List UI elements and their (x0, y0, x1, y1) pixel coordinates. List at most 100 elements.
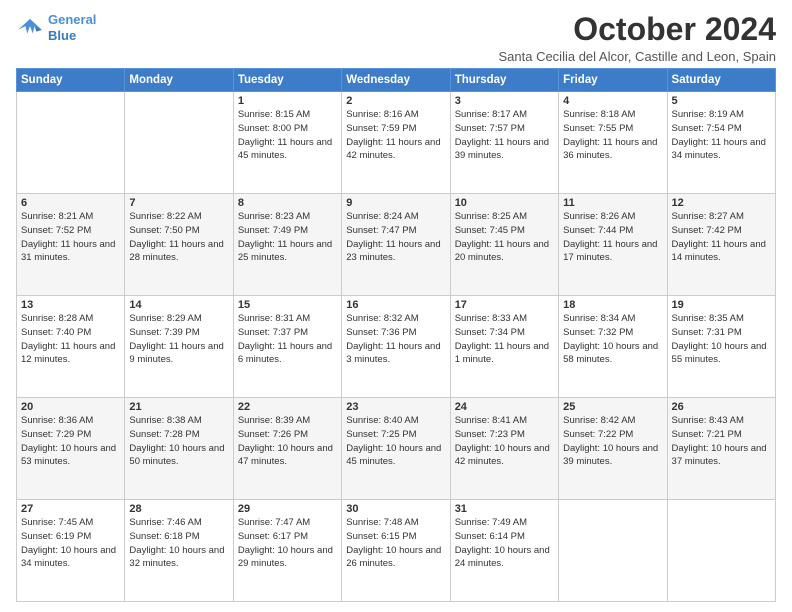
day-number: 9 (346, 197, 445, 209)
calendar-cell: 7Sunrise: 8:22 AM Sunset: 7:50 PM Daylig… (125, 194, 233, 296)
calendar-cell: 11Sunrise: 8:26 AM Sunset: 7:44 PM Dayli… (559, 194, 667, 296)
day-info: Sunrise: 8:32 AM Sunset: 7:36 PM Dayligh… (346, 312, 445, 367)
calendar-week-4: 27Sunrise: 7:45 AM Sunset: 6:19 PM Dayli… (17, 500, 776, 602)
weekday-header-friday: Friday (559, 69, 667, 92)
logo-text: General Blue (48, 12, 96, 43)
calendar-cell: 28Sunrise: 7:46 AM Sunset: 6:18 PM Dayli… (125, 500, 233, 602)
day-info: Sunrise: 8:23 AM Sunset: 7:49 PM Dayligh… (238, 210, 337, 265)
day-info: Sunrise: 7:45 AM Sunset: 6:19 PM Dayligh… (21, 516, 120, 571)
subtitle: Santa Cecilia del Alcor, Castille and Le… (498, 49, 776, 64)
day-info: Sunrise: 8:15 AM Sunset: 8:00 PM Dayligh… (238, 108, 337, 163)
day-info: Sunrise: 7:47 AM Sunset: 6:17 PM Dayligh… (238, 516, 337, 571)
calendar-cell: 10Sunrise: 8:25 AM Sunset: 7:45 PM Dayli… (450, 194, 558, 296)
weekday-header-sunday: Sunday (17, 69, 125, 92)
day-info: Sunrise: 8:39 AM Sunset: 7:26 PM Dayligh… (238, 414, 337, 469)
day-number: 4 (563, 95, 662, 107)
calendar-cell: 14Sunrise: 8:29 AM Sunset: 7:39 PM Dayli… (125, 296, 233, 398)
calendar-cell (667, 500, 775, 602)
day-number: 11 (563, 197, 662, 209)
calendar-cell: 25Sunrise: 8:42 AM Sunset: 7:22 PM Dayli… (559, 398, 667, 500)
day-info: Sunrise: 8:43 AM Sunset: 7:21 PM Dayligh… (672, 414, 771, 469)
calendar-cell: 12Sunrise: 8:27 AM Sunset: 7:42 PM Dayli… (667, 194, 775, 296)
day-info: Sunrise: 7:49 AM Sunset: 6:14 PM Dayligh… (455, 516, 554, 571)
calendar-cell: 16Sunrise: 8:32 AM Sunset: 7:36 PM Dayli… (342, 296, 450, 398)
day-number: 14 (129, 299, 228, 311)
day-number: 23 (346, 401, 445, 413)
day-number: 3 (455, 95, 554, 107)
calendar-cell: 21Sunrise: 8:38 AM Sunset: 7:28 PM Dayli… (125, 398, 233, 500)
day-number: 30 (346, 503, 445, 515)
weekday-header-wednesday: Wednesday (342, 69, 450, 92)
day-number: 15 (238, 299, 337, 311)
day-number: 6 (21, 197, 120, 209)
day-info: Sunrise: 7:46 AM Sunset: 6:18 PM Dayligh… (129, 516, 228, 571)
day-number: 7 (129, 197, 228, 209)
logo: General Blue (16, 12, 96, 43)
day-info: Sunrise: 8:27 AM Sunset: 7:42 PM Dayligh… (672, 210, 771, 265)
calendar-cell (17, 92, 125, 194)
calendar-cell: 13Sunrise: 8:28 AM Sunset: 7:40 PM Dayli… (17, 296, 125, 398)
day-info: Sunrise: 8:19 AM Sunset: 7:54 PM Dayligh… (672, 108, 771, 163)
day-number: 20 (21, 401, 120, 413)
day-info: Sunrise: 8:40 AM Sunset: 7:25 PM Dayligh… (346, 414, 445, 469)
title-block: October 2024 Santa Cecilia del Alcor, Ca… (498, 12, 776, 64)
day-number: 29 (238, 503, 337, 515)
main-title: October 2024 (498, 12, 776, 47)
day-number: 8 (238, 197, 337, 209)
day-number: 19 (672, 299, 771, 311)
day-info: Sunrise: 8:42 AM Sunset: 7:22 PM Dayligh… (563, 414, 662, 469)
day-number: 5 (672, 95, 771, 107)
calendar-cell: 2Sunrise: 8:16 AM Sunset: 7:59 PM Daylig… (342, 92, 450, 194)
calendar-cell: 8Sunrise: 8:23 AM Sunset: 7:49 PM Daylig… (233, 194, 341, 296)
calendar-cell (125, 92, 233, 194)
calendar-cell: 29Sunrise: 7:47 AM Sunset: 6:17 PM Dayli… (233, 500, 341, 602)
day-info: Sunrise: 8:18 AM Sunset: 7:55 PM Dayligh… (563, 108, 662, 163)
day-number: 28 (129, 503, 228, 515)
weekday-header-tuesday: Tuesday (233, 69, 341, 92)
day-info: Sunrise: 8:41 AM Sunset: 7:23 PM Dayligh… (455, 414, 554, 469)
day-info: Sunrise: 8:17 AM Sunset: 7:57 PM Dayligh… (455, 108, 554, 163)
day-number: 12 (672, 197, 771, 209)
calendar-cell: 27Sunrise: 7:45 AM Sunset: 6:19 PM Dayli… (17, 500, 125, 602)
day-number: 21 (129, 401, 228, 413)
day-info: Sunrise: 8:22 AM Sunset: 7:50 PM Dayligh… (129, 210, 228, 265)
calendar-cell: 19Sunrise: 8:35 AM Sunset: 7:31 PM Dayli… (667, 296, 775, 398)
day-number: 26 (672, 401, 771, 413)
page-header: General Blue October 2024 Santa Cecilia … (16, 12, 776, 64)
day-info: Sunrise: 7:48 AM Sunset: 6:15 PM Dayligh… (346, 516, 445, 571)
calendar-cell: 6Sunrise: 8:21 AM Sunset: 7:52 PM Daylig… (17, 194, 125, 296)
calendar-cell: 4Sunrise: 8:18 AM Sunset: 7:55 PM Daylig… (559, 92, 667, 194)
calendar-cell: 9Sunrise: 8:24 AM Sunset: 7:47 PM Daylig… (342, 194, 450, 296)
calendar-week-1: 6Sunrise: 8:21 AM Sunset: 7:52 PM Daylig… (17, 194, 776, 296)
day-info: Sunrise: 8:35 AM Sunset: 7:31 PM Dayligh… (672, 312, 771, 367)
day-info: Sunrise: 8:28 AM Sunset: 7:40 PM Dayligh… (21, 312, 120, 367)
day-info: Sunrise: 8:34 AM Sunset: 7:32 PM Dayligh… (563, 312, 662, 367)
calendar-cell: 3Sunrise: 8:17 AM Sunset: 7:57 PM Daylig… (450, 92, 558, 194)
calendar-week-0: 1Sunrise: 8:15 AM Sunset: 8:00 PM Daylig… (17, 92, 776, 194)
day-number: 2 (346, 95, 445, 107)
calendar-cell: 22Sunrise: 8:39 AM Sunset: 7:26 PM Dayli… (233, 398, 341, 500)
calendar-cell: 18Sunrise: 8:34 AM Sunset: 7:32 PM Dayli… (559, 296, 667, 398)
day-number: 17 (455, 299, 554, 311)
calendar-week-2: 13Sunrise: 8:28 AM Sunset: 7:40 PM Dayli… (17, 296, 776, 398)
calendar-cell: 24Sunrise: 8:41 AM Sunset: 7:23 PM Dayli… (450, 398, 558, 500)
calendar-table: SundayMondayTuesdayWednesdayThursdayFrid… (16, 68, 776, 602)
calendar-cell: 15Sunrise: 8:31 AM Sunset: 7:37 PM Dayli… (233, 296, 341, 398)
day-info: Sunrise: 8:26 AM Sunset: 7:44 PM Dayligh… (563, 210, 662, 265)
calendar-cell: 26Sunrise: 8:43 AM Sunset: 7:21 PM Dayli… (667, 398, 775, 500)
calendar-cell (559, 500, 667, 602)
day-number: 22 (238, 401, 337, 413)
calendar-cell: 1Sunrise: 8:15 AM Sunset: 8:00 PM Daylig… (233, 92, 341, 194)
logo-icon (16, 17, 44, 39)
day-number: 16 (346, 299, 445, 311)
weekday-header-monday: Monday (125, 69, 233, 92)
calendar-week-3: 20Sunrise: 8:36 AM Sunset: 7:29 PM Dayli… (17, 398, 776, 500)
day-info: Sunrise: 8:16 AM Sunset: 7:59 PM Dayligh… (346, 108, 445, 163)
day-info: Sunrise: 8:38 AM Sunset: 7:28 PM Dayligh… (129, 414, 228, 469)
day-info: Sunrise: 8:29 AM Sunset: 7:39 PM Dayligh… (129, 312, 228, 367)
day-info: Sunrise: 8:33 AM Sunset: 7:34 PM Dayligh… (455, 312, 554, 367)
day-number: 10 (455, 197, 554, 209)
day-info: Sunrise: 8:24 AM Sunset: 7:47 PM Dayligh… (346, 210, 445, 265)
day-info: Sunrise: 8:21 AM Sunset: 7:52 PM Dayligh… (21, 210, 120, 265)
calendar-cell: 30Sunrise: 7:48 AM Sunset: 6:15 PM Dayli… (342, 500, 450, 602)
